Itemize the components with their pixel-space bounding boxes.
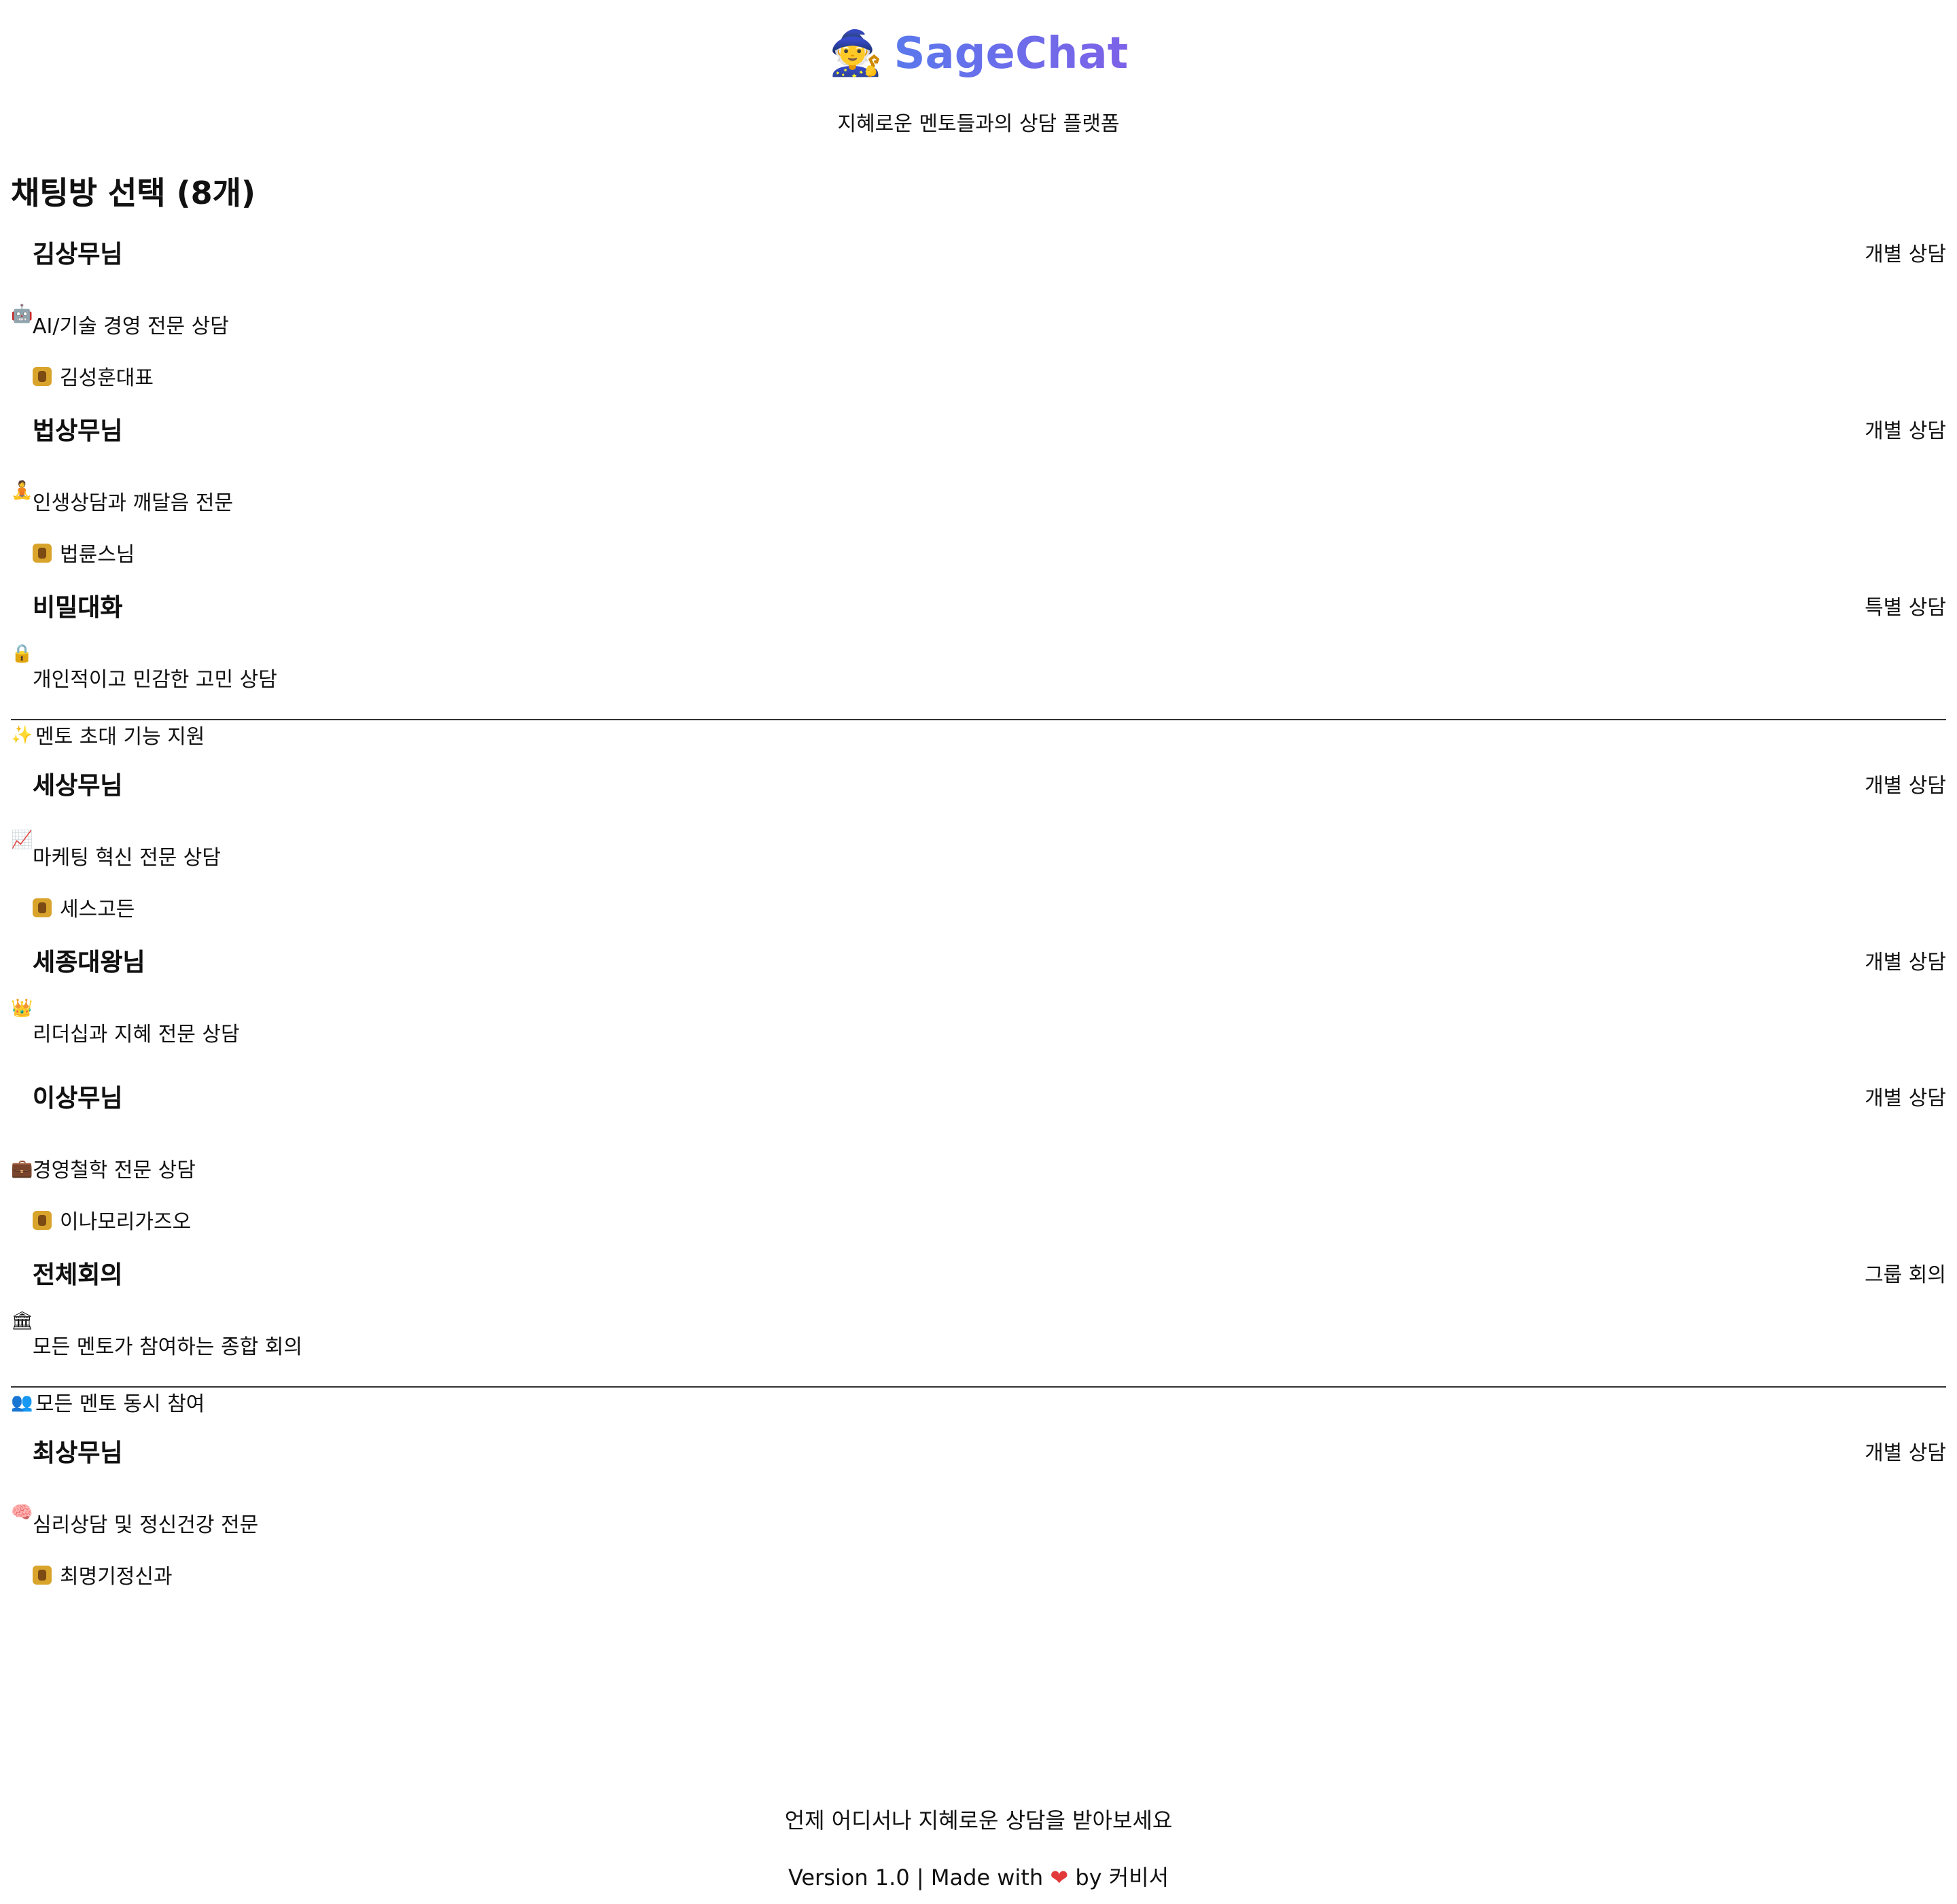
room-mentor: 법륜스님 (33, 540, 1957, 567)
room-name: 비밀대화 (33, 594, 123, 622)
feature-text: 멘토 초대 기능 지원 (35, 724, 205, 748)
feature-text: 모든 멘토 동시 참여 (35, 1391, 205, 1415)
chatroom-section-heading: 채팅방 선택 (8개) (11, 177, 256, 212)
mentor-icon (33, 367, 52, 386)
footer-tagline: 언제 어디서나 지혜로운 상담을 받아보세요 (784, 1808, 1173, 1833)
room-header: 이상무님 개별 상담 (33, 1076, 1957, 1117)
building-icon: 🏛 (11, 1311, 34, 1332)
mentor-name: 최명기정신과 (60, 1564, 173, 1588)
made-with-text: Made with (930, 1865, 1044, 1890)
room-header: 최상무님 개별 상담 (33, 1431, 1957, 1472)
by-text: by 커비서 (1075, 1865, 1169, 1890)
heart-icon: ❤ (1050, 1865, 1069, 1890)
room-description: AI/기술 경영 전문 상담 (33, 314, 229, 338)
room-tag: 그룹 회의 (1865, 1262, 1946, 1286)
room-header: 법상무님 개별 상담 (33, 409, 1957, 450)
room-description: 개인적이고 민감한 고민 상담 (33, 667, 277, 692)
app-footer: 언제 어디서나 지혜로운 상담을 받아보세요 Version 1.0 | Mad… (0, 1802, 1957, 1892)
room-header: 비밀대화 특별 상담 (33, 586, 1957, 627)
room-name: 이상무님 (33, 1085, 123, 1113)
version-text: Version 1.0 (788, 1865, 910, 1890)
room-header: 김상무님 개별 상담 (33, 232, 1957, 273)
room-description: 모든 멘토가 참여하는 종합 회의 (33, 1335, 302, 1359)
room-header: 세종대왕님 개별 상담 (33, 940, 1957, 981)
briefcase-icon: 💼 (11, 1159, 33, 1180)
mentor-name: 김성훈대표 (60, 365, 154, 389)
room-choi[interactable]: 최상무님 개별 상담 🧠 심리상담 및 정신건강 전문 최명기정신과 (0, 1431, 1957, 1589)
room-description: 경영철학 전문 상담 (33, 1158, 196, 1182)
room-mentor: 이나모리가즈오 (33, 1207, 1957, 1234)
room-description: 리더십과 지혜 전문 상담 (33, 1022, 240, 1046)
room-tag: 특별 상담 (1865, 595, 1946, 619)
meditation-icon: 🧘 (11, 481, 33, 501)
room-feature: ✨ 멘토 초대 기능 지원 (11, 720, 1957, 750)
room-feature: 👥 모든 멘토 동시 참여 (11, 1388, 1957, 1417)
room-tag: 개별 상담 (1865, 773, 1946, 797)
room-tag: 개별 상담 (1865, 949, 1946, 974)
chart-icon: 📈 (11, 830, 33, 851)
room-name: 전체회의 (33, 1261, 123, 1290)
sparkles-icon: ✨ (11, 725, 33, 745)
room-tag: 개별 상담 (1865, 418, 1946, 442)
room-name: 세종대왕님 (33, 949, 145, 977)
mentor-name: 법륜스님 (60, 542, 135, 566)
room-description: 마케팅 혁신 전문 상담 (33, 845, 222, 870)
room-sejong[interactable]: 세종대왕님 개별 상담 👑 리더십과 지혜 전문 상담 (0, 940, 1957, 1046)
mentor-name: 이나모리가즈오 (60, 1209, 192, 1233)
app-header: 🧙 SageChat 지혜로운 멘토들과의 상담 플랫폼 (0, 0, 1957, 137)
room-lee[interactable]: 이상무님 개별 상담 💼 경영철학 전문 상담 이나모리가즈오 (0, 1076, 1957, 1234)
wizard-icon: 🧙 (828, 27, 883, 79)
room-mentor: 세스고든 (33, 894, 1957, 921)
room-description: 심리상담 및 정신건강 전문 (33, 1513, 259, 1537)
robot-icon: 🤖 (11, 304, 33, 325)
room-all-meeting[interactable]: 전체회의 그룹 회의 🏛 모든 멘토가 참여하는 종합 회의 (0, 1253, 1957, 1359)
room-mentor: 김성훈대표 (33, 363, 1957, 390)
crown-icon: 👑 (11, 999, 33, 1019)
mentor-icon (33, 1566, 52, 1585)
mentor-icon (33, 1211, 52, 1230)
chatroom-list: 김상무님 개별 상담 🤖 AI/기술 경영 전문 상담 김성훈대표 법상무님 개… (0, 232, 1957, 1589)
room-name: 최상무님 (33, 1439, 123, 1468)
room-header: 세상무님 개별 상담 (33, 764, 1957, 805)
mentor-icon (33, 898, 52, 917)
room-se[interactable]: 세상무님 개별 상담 📈 마케팅 혁신 전문 상담 세스고든 (0, 764, 1957, 921)
room-name: 김상무님 (33, 241, 123, 269)
room-name: 세상무님 (33, 772, 123, 800)
lock-icon: 🔒 (11, 644, 33, 665)
app-subtitle: 지혜로운 멘토들과의 상담 플랫폼 (837, 111, 1120, 136)
room-tag: 개별 상담 (1865, 241, 1946, 266)
brain-icon: 🧠 (11, 1503, 33, 1523)
room-header: 전체회의 그룹 회의 (33, 1253, 1957, 1294)
mentor-name: 세스고든 (60, 896, 135, 921)
app-title-text: SageChat (894, 27, 1129, 79)
mentor-icon (33, 544, 52, 563)
room-kim[interactable]: 김상무님 개별 상담 🤖 AI/기술 경영 전문 상담 김성훈대표 (0, 232, 1957, 390)
people-icon: 👥 (11, 1392, 33, 1413)
room-tag: 개별 상담 (1865, 1440, 1946, 1464)
footer-version-line: Version 1.0 | Made with ❤ by 커비서 (0, 1859, 1957, 1892)
room-tag: 개별 상담 (1865, 1085, 1946, 1110)
app-title: 🧙 SageChat (829, 27, 1129, 79)
room-mentor: 최명기정신과 (33, 1562, 1957, 1589)
room-beop[interactable]: 법상무님 개별 상담 🧘 인생상담과 깨달음 전문 법륜스님 (0, 409, 1957, 567)
page: 🧙 SageChat 지혜로운 멘토들과의 상담 플랫폼 채팅방 선택 (8개)… (0, 0, 1957, 1904)
room-description: 인생상담과 깨달음 전문 (33, 491, 234, 515)
room-secret[interactable]: 비밀대화 특별 상담 🔒 개인적이고 민감한 고민 상담 (0, 586, 1957, 692)
room-name: 법상무님 (33, 417, 123, 446)
separator: | (916, 1865, 924, 1890)
